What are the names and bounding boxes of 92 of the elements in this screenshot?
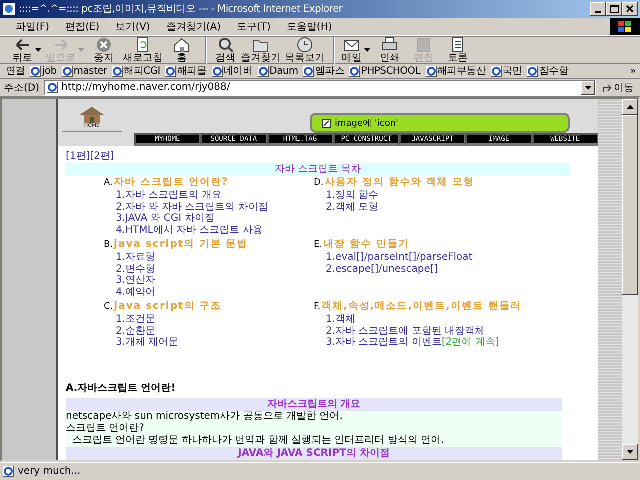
menu-item[interactable]: 도움말(H) [278,20,340,34]
link-item[interactable]: 엠파스 [303,64,344,78]
toc-link[interactable]: 1.정의 함수 [314,190,568,202]
menu-item[interactable]: 즐겨찾기(A) [158,20,229,34]
link-item[interactable]: 잠수함 [527,64,569,78]
scroll-down-button[interactable] [622,444,638,460]
body-text: 스크립트 언어란? [66,422,146,434]
scroll-thumb[interactable] [622,115,638,295]
toc-link[interactable]: 1.객체 [314,314,568,326]
toolbar-button[interactable]: 중지 [87,36,121,64]
more-links-button[interactable]: » [630,66,640,76]
toc-link[interactable]: 4.예약어 [104,286,314,298]
window-flag-icon [618,20,632,32]
part-link[interactable]: [2편] [90,149,114,163]
toolbar-button[interactable]: 새로고침 [121,36,165,64]
body-text: 스크립트 언어란 명령문 하나하나가 번역과 함께 실행되는 인터프리터 방식의 언어. [71,434,446,446]
section-letter: D. [314,177,324,190]
maximize-button[interactable] [606,2,622,16]
arrow-icon [602,82,612,92]
status-text: very much... [18,466,81,477]
link-item[interactable]: job [30,66,57,76]
toc-link[interactable]: 2.escape[]/unescape[] [314,264,568,275]
maximize-icon [610,5,618,13]
links-label: 연결 [6,65,26,78]
clock-icon [296,36,314,52]
toolbar-button[interactable]: 목록보기 [283,36,327,64]
banner-text: image에 'icon' [335,118,399,130]
minimize-button[interactable] [590,2,606,16]
link-item[interactable]: master [62,66,108,76]
toc-link[interactable]: 1.조건문 [104,314,314,326]
right-arrow-icon [52,36,70,52]
toc-link[interactable]: 2.자바 스크립트에 포함된 내장객체 [314,326,568,337]
toc-link[interactable]: 3.자바 스크립트의 이벤트 [326,337,442,348]
house-icon [79,105,105,123]
part-link[interactable]: [1편] [66,149,90,163]
toc-link[interactable]: 1.eval[]/parseInt[]/parseFloat [314,252,568,264]
section-letter: B. [104,239,114,252]
article-heading: A.자바스크립트 언어란! [66,382,177,394]
caret-icon [584,86,592,90]
toc-link[interactable]: 2.변수형 [104,264,314,275]
link-item[interactable]: 국민 [491,64,522,78]
toc-link[interactable]: 2.순환문 [104,326,314,337]
toc-link[interactable]: 2.객체 모형 [314,202,568,213]
body-text: netscape사와 sun microsystem사가 공동으로 개발한 언어. [66,410,344,422]
toolbar-button[interactable]: 홈 [165,36,199,64]
close-icon [626,5,634,13]
scrollbar[interactable] [622,99,638,460]
menu-item[interactable]: 편집(E) [58,20,108,34]
toolbar-button[interactable]: 토론 [441,36,475,64]
section-letter: A. [104,177,113,190]
close-button[interactable] [622,2,638,16]
window-title: ::::=^.^=:::: pc조립,이미지,뮤직비디오 --- - Microsoft Internet Explorer [19,3,344,16]
menu-item[interactable]: 보기(V) [108,20,158,34]
left-arrow-icon [14,36,32,52]
toolbar-button[interactable]: 메일 [333,36,373,64]
subheading: 자바스크립트의 개요 [66,398,562,410]
caret-icon [34,48,42,52]
go-button[interactable]: 이동 [600,80,636,94]
toc-title: 자바 스크립트 목차 [66,163,570,176]
toc-link[interactable]: 2.자바 와 자바 스크립트의 차이점 [104,202,314,213]
link-item[interactable]: 해피몰 [165,64,207,78]
caret-icon [78,48,85,52]
address-label: 주소(D) [4,82,40,94]
toc-link[interactable]: 1.자바 스크립트의 개요 [104,190,314,202]
toolbar-button[interactable]: 뒤로 [10,36,44,64]
menu-item[interactable]: 파일(F) [8,20,58,34]
menu-item[interactable]: 도구(T) [229,20,279,34]
pencil-icon [322,118,331,128]
address-field[interactable]: http://myhome.naver.com/rjy088/ [44,80,596,96]
dropdown-button[interactable] [581,80,595,94]
up-arrow-icon [626,105,634,109]
link-item[interactable]: 해피부동산 [426,64,486,78]
toc-link[interactable]: 4.HTML에서 자바 스크립트 사용 [104,224,314,236]
down-arrow-icon [626,450,634,454]
toolbar-button[interactable]: 인쇄 [373,36,407,64]
caret-icon [364,48,371,52]
toc-link[interactable]: 3.연산자 [104,275,314,286]
toolbar-button[interactable]: 즐겨찾기 [239,36,283,64]
scroll-up-button[interactable] [622,99,638,115]
search-icon [216,36,234,52]
toolbar-button[interactable]: 검색 [205,36,239,64]
link-item[interactable]: 네이버 [212,64,253,78]
link-item[interactable]: Daum [258,66,298,76]
toc-link[interactable]: 3.JAVA 와 CGI 차이점 [104,213,314,224]
section-letter: C. [104,302,114,314]
toc-link[interactable]: 3.개체 제어문 [104,337,314,348]
subheading: JAVA와 JAVA SCRIPT의 차이점 [66,446,562,460]
toc-link[interactable]: 1.자료형 [104,252,314,264]
section-letter: E. [314,239,323,252]
link-item[interactable]: 해피CGI [112,64,160,78]
link-item[interactable]: PHPSCHOOL [349,66,421,76]
section-letter: F. [314,301,321,314]
